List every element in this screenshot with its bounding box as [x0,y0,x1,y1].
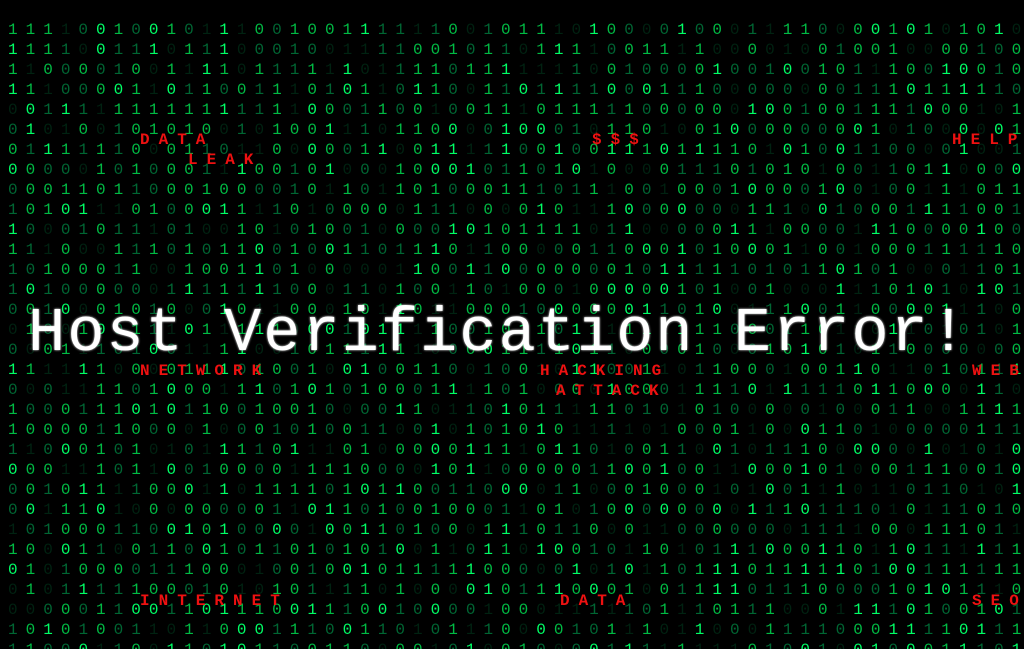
keyword-attack: ATTACK [556,382,668,400]
keyword-hacking: HACKING [540,362,670,380]
keyword-network: NETWORK [140,362,270,380]
keyword-web: WEB [972,362,1024,380]
keyword-data: DATA [140,131,214,149]
keyword-data2: DATA [560,592,634,610]
keyword-money: $$$ [592,131,648,149]
keyword-help: HELP [952,131,1024,149]
keyword-seo: SEO [972,592,1024,610]
error-title: Host Verification Error! [0,298,1024,369]
keyword-leak: LEAK [188,151,262,169]
keyword-internet: INTERNET [140,592,289,610]
